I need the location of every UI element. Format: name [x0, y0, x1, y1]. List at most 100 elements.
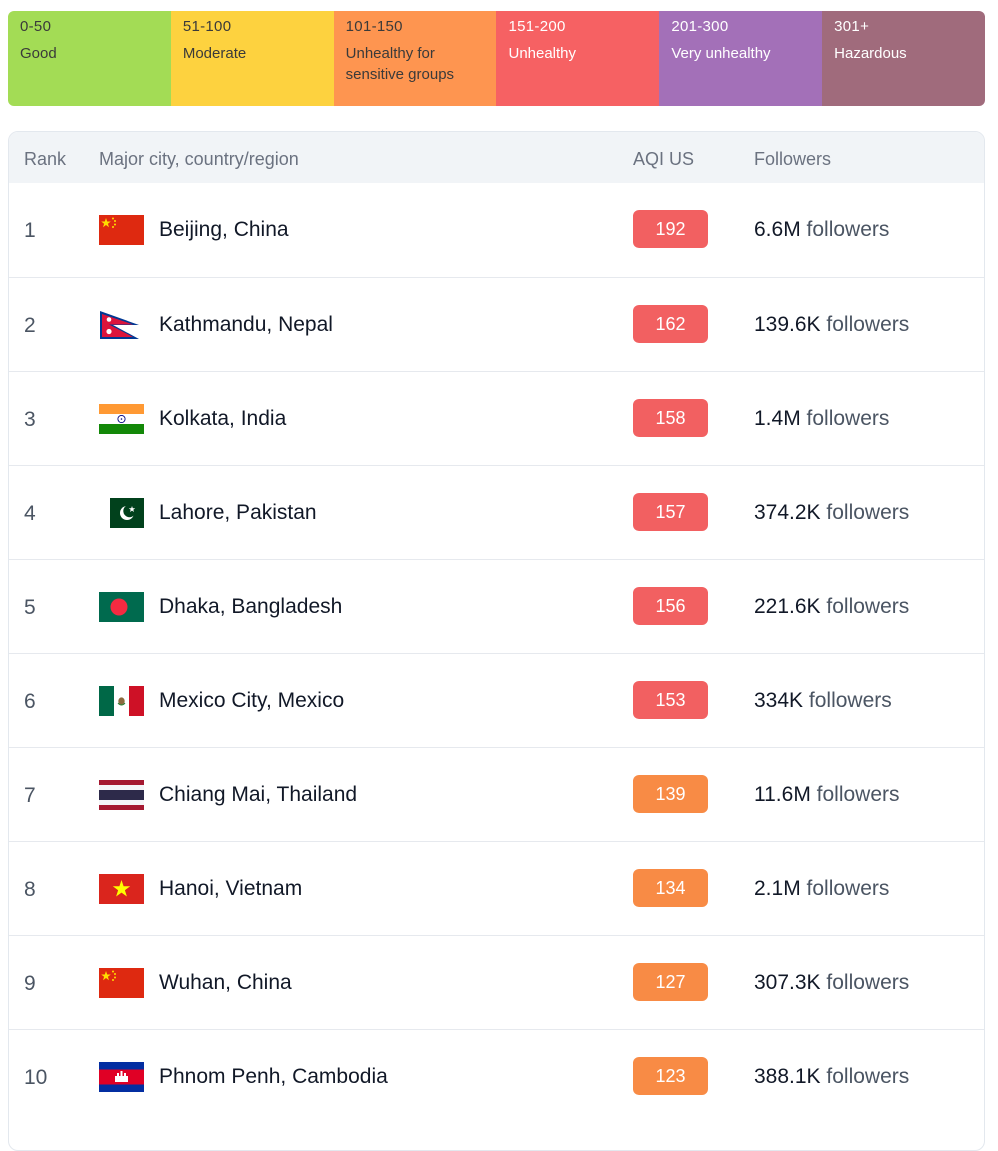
legend-label: Unhealthy for sensitive groups: [345, 45, 455, 83]
followers-number: 388.1K: [754, 1065, 821, 1088]
rank-value: 9: [24, 972, 36, 995]
aqi-badge[interactable]: 157: [633, 493, 708, 531]
legend-range: 301+: [834, 18, 870, 35]
legend-hazardous: 301+ Hazardous: [822, 11, 985, 106]
followers-suffix: followers: [826, 595, 910, 618]
rank-value: 8: [24, 878, 36, 901]
aqi-badge[interactable]: 158: [633, 399, 708, 437]
city-name[interactable]: Kolkata, India: [159, 407, 286, 431]
legend-label: Unhealthy: [508, 45, 577, 62]
followers-number: 6.6M: [754, 218, 801, 241]
city-name[interactable]: Hanoi, Vietnam: [159, 877, 302, 901]
aqi-badge[interactable]: 162: [633, 305, 708, 343]
followers-suffix: followers: [816, 783, 900, 806]
legend-label: Hazardous: [834, 45, 907, 62]
followers-count: 388.1K followers: [754, 1065, 909, 1089]
legend-unhealthy-sensitive: 101-150 Unhealthy for sensitive groups: [333, 11, 497, 106]
aqi-badge[interactable]: 123: [633, 1057, 708, 1095]
thailand-flag-icon: [99, 780, 144, 810]
table-row[interactable]: 7 Chiang Mai, Thailand 139 11.6M followers: [9, 747, 984, 841]
legend-range: 201-300: [671, 18, 729, 35]
table-row[interactable]: 1 Beijing, China 192 6.6M followers: [9, 183, 984, 277]
table-row[interactable]: 6 Mexico City, Mexico 153 334K followers: [9, 653, 984, 747]
table-row[interactable]: 5 Dhaka, Bangladesh 156 221.6K followers: [9, 559, 984, 653]
legend-good: 0-50 Good: [8, 11, 171, 106]
followers-count: 6.6M followers: [754, 218, 889, 242]
table-row[interactable]: 2 Kathmandu, Nepal 162 139.6K followers: [9, 277, 984, 371]
table-body: 1 Beijing, China 192 6.6M followers 2 Kathman…: [9, 183, 984, 1123]
legend-very-unhealthy: 201-300 Very unhealthy: [659, 11, 823, 106]
mexico-flag-icon: [99, 686, 144, 716]
header-aqi: AQI US: [633, 149, 695, 169]
followers-count: 139.6K followers: [754, 313, 909, 337]
followers-number: 307.3K: [754, 971, 821, 994]
india-flag-icon: [99, 404, 144, 434]
rank-value: 3: [24, 408, 36, 431]
city-name[interactable]: Chiang Mai, Thailand: [159, 783, 357, 807]
followers-count: 307.3K followers: [754, 971, 909, 995]
rank-value: 10: [24, 1066, 48, 1089]
city-name[interactable]: Lahore, Pakistan: [159, 501, 317, 525]
followers-suffix: followers: [806, 407, 890, 430]
rank-value: 1: [24, 219, 36, 242]
table-row[interactable]: 10 Phnom Penh, Cambodia 123 388.1K follower…: [9, 1029, 984, 1123]
city-name[interactable]: Dhaka, Bangladesh: [159, 595, 342, 619]
header-rank: Rank: [24, 149, 67, 169]
aqi-badge[interactable]: 139: [633, 775, 708, 813]
cambodia-flag-icon: [99, 1062, 144, 1092]
city-name[interactable]: Beijing, China: [159, 218, 289, 242]
legend-moderate: 51-100 Moderate: [170, 11, 334, 106]
followers-count: 374.2K followers: [754, 501, 909, 525]
followers-suffix: followers: [808, 689, 892, 712]
followers-number: 221.6K: [754, 595, 821, 618]
table-row[interactable]: 4 Lahore, Pakistan 157 374.2K followers: [9, 465, 984, 559]
bangladesh-flag-icon: [99, 592, 144, 622]
followers-suffix: followers: [806, 877, 890, 900]
city-name[interactable]: Wuhan, China: [159, 971, 292, 995]
nepal-flag-icon: [99, 310, 144, 340]
city-name[interactable]: Kathmandu, Nepal: [159, 313, 333, 337]
table-row[interactable]: 3 Kolkata, India 158 1.4M followers: [9, 371, 984, 465]
aqi-badge[interactable]: 134: [633, 869, 708, 907]
followers-count: 221.6K followers: [754, 595, 909, 619]
table-row[interactable]: 8 Hanoi, Vietnam 134 2.1M followers: [9, 841, 984, 935]
rank-value: 5: [24, 596, 36, 619]
aqi-badge[interactable]: 127: [633, 963, 708, 1001]
followers-count: 11.6M followers: [754, 783, 900, 807]
aqi-badge[interactable]: 156: [633, 587, 708, 625]
aqi-badge[interactable]: 153: [633, 681, 708, 719]
table-header: Rank Major city, country/region AQI US F…: [9, 132, 984, 183]
legend-label: Very unhealthy: [671, 45, 771, 62]
table-row[interactable]: 9 Wuhan, China 127 307.3K followers: [9, 935, 984, 1029]
china-flag-icon: [99, 968, 144, 998]
followers-number: 2.1M: [754, 877, 801, 900]
followers-count: 334K followers: [754, 689, 892, 713]
legend-range: 51-100: [182, 18, 232, 35]
followers-number: 334K: [754, 689, 804, 712]
rank-value: 6: [24, 690, 36, 713]
rank-value: 4: [24, 502, 36, 525]
city-name[interactable]: Phnom Penh, Cambodia: [159, 1065, 388, 1089]
followers-suffix: followers: [826, 1065, 910, 1088]
followers-number: 1.4M: [754, 407, 801, 430]
legend-range: 151-200: [508, 18, 566, 35]
legend-range: 0-50: [20, 18, 52, 35]
followers-count: 2.1M followers: [754, 877, 889, 901]
vietnam-flag-icon: [99, 874, 144, 904]
legend-unhealthy: 151-200 Unhealthy: [496, 11, 660, 106]
aqi-legend: 0-50 Good 51-100 Moderate 101-150 Unheal…: [8, 11, 985, 106]
pakistan-flag-icon: [99, 498, 144, 528]
city-name[interactable]: Mexico City, Mexico: [159, 689, 344, 713]
city-ranking-table: Rank Major city, country/region AQI US F…: [8, 131, 985, 1151]
followers-suffix: followers: [806, 218, 890, 241]
legend-range: 101-150: [345, 18, 403, 35]
followers-count: 1.4M followers: [754, 407, 889, 431]
followers-suffix: followers: [826, 501, 910, 524]
header-city: Major city, country/region: [99, 149, 299, 169]
rank-value: 2: [24, 314, 36, 337]
china-flag-icon: [99, 215, 144, 245]
aqi-badge[interactable]: 192: [633, 210, 708, 248]
header-followers: Followers: [754, 149, 832, 169]
followers-number: 139.6K: [754, 313, 821, 336]
followers-suffix: followers: [826, 971, 910, 994]
